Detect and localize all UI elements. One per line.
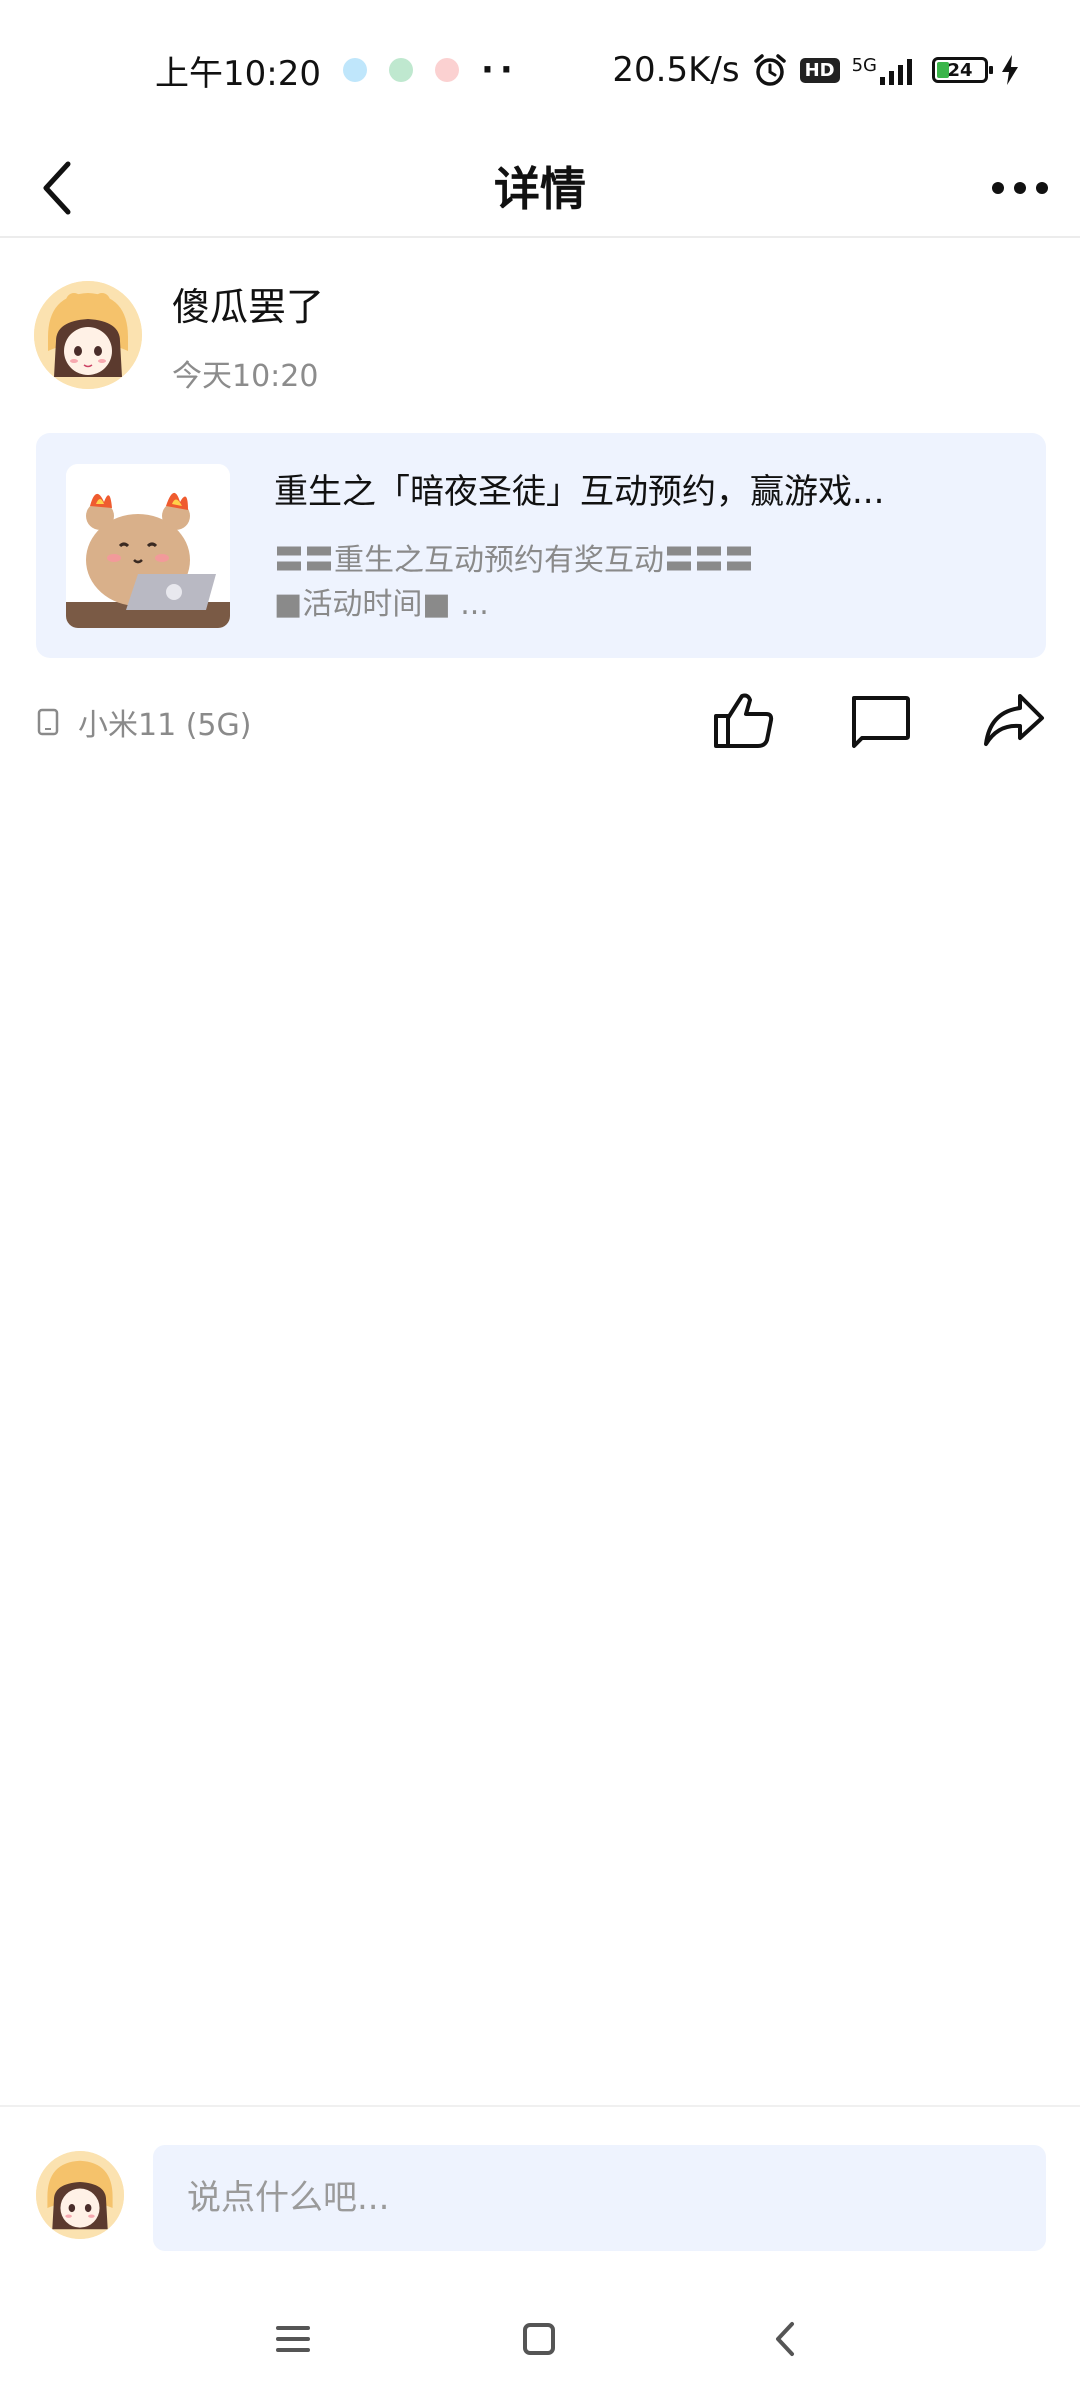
home-button[interactable]: [514, 2314, 564, 2364]
status-left: 上午10:20 ··: [155, 46, 519, 95]
charging-icon: [1002, 55, 1018, 85]
more-dots-icon: [992, 182, 1048, 194]
avatar-illustration-icon: [34, 281, 142, 389]
linked-post-card[interactable]: 重生之「暗夜圣徒」互动预约，赢游戏... 〓〓重生之互动预约有奖互动〓〓〓 ■活…: [36, 433, 1046, 658]
post-meta-row: 小米11 (5G): [36, 690, 1046, 750]
card-thumbnail: [66, 463, 230, 628]
post-time: 今天10:20: [172, 358, 319, 394]
page-title: 详情: [494, 162, 586, 216]
post-author: 傻瓜罢了 今天10:20: [34, 276, 324, 395]
card-description-line-1: 〓〓重生之互动预约有奖互动〓〓〓: [274, 543, 754, 578]
share-button[interactable]: [982, 690, 1046, 750]
signal-label: 5G: [852, 55, 920, 85]
screen: 上午10:20 ·· 20.5K/s HD 5G 24 详情 傻瓜罢了 今天10…: [0, 0, 1080, 2400]
comment-input[interactable]: [153, 2145, 1046, 2251]
hd-badge: HD: [799, 57, 840, 83]
avatar[interactable]: [34, 281, 142, 389]
card-description-line-2: ■活动时间■ ...: [274, 587, 489, 622]
more-notifications-icon: ··: [480, 50, 519, 90]
like-button[interactable]: [712, 690, 776, 750]
status-bar: 上午10:20 ·· 20.5K/s HD 5G 24: [0, 0, 1080, 140]
top-nav-bar: 详情: [0, 140, 1080, 238]
current-user-avatar: [36, 2151, 124, 2239]
notification-dot-icon: [434, 58, 459, 82]
network-speed: 20.5K/s: [612, 50, 740, 90]
more-options-button[interactable]: [990, 166, 1050, 210]
card-title: 重生之「暗夜圣徒」互动预约，赢游戏...: [274, 472, 885, 512]
avatar-illustration-icon: [36, 2151, 124, 2239]
comment-bubble-icon: [852, 696, 910, 748]
device-info: 小米11 (5G): [36, 700, 251, 744]
comment-button[interactable]: [848, 690, 912, 750]
signal-bars-icon: [880, 59, 912, 85]
thumbs-up-icon: [714, 693, 774, 748]
menu-lines-icon: [276, 2326, 310, 2352]
share-arrow-icon: [984, 694, 1044, 746]
status-time: 上午10:20: [155, 53, 321, 94]
notification-dot-icon: [342, 58, 367, 82]
notification-dot-icon: [388, 58, 413, 82]
author-info: 傻瓜罢了 今天10:20: [172, 276, 324, 395]
alarm-icon: [753, 54, 786, 86]
card-text: 重生之「暗夜圣徒」互动预约，赢游戏... 〓〓重生之互动预约有奖互动〓〓〓 ■活…: [274, 464, 1014, 627]
comment-input-bar: [0, 2105, 1080, 2265]
device-name: 小米11 (5G): [78, 708, 252, 743]
recent-apps-button[interactable]: [268, 2314, 318, 2364]
chevron-left-icon: [776, 2322, 794, 2356]
system-back-button[interactable]: [762, 2314, 812, 2364]
status-right: 20.5K/s HD 5G 24: [612, 50, 1020, 90]
bear-laptop-illustration-icon: [66, 463, 230, 628]
system-nav-bar: [0, 2300, 1080, 2380]
phone-icon: [37, 708, 59, 736]
author-name[interactable]: 傻瓜罢了: [172, 276, 324, 331]
home-square-icon: [523, 2323, 555, 2355]
battery-icon: 24: [932, 57, 993, 83]
